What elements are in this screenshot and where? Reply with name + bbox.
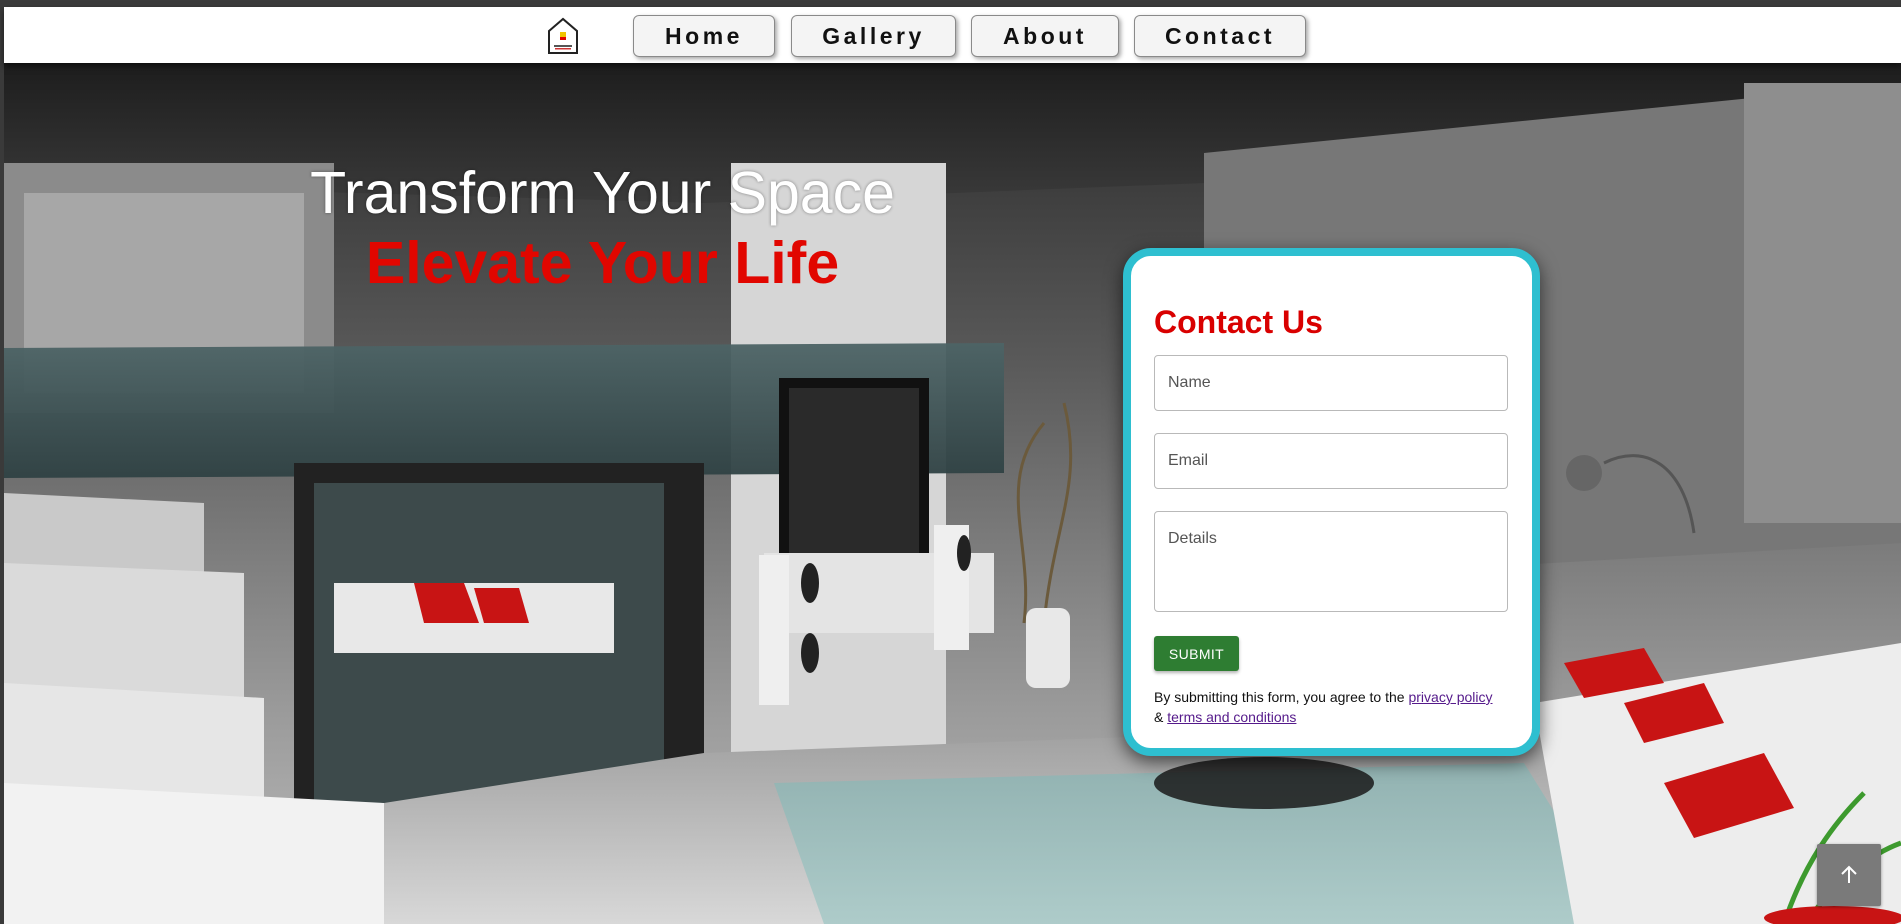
arrow-up-icon bbox=[1841, 865, 1857, 883]
interior-background-image bbox=[4, 63, 1901, 924]
hero-line-2: Elevate Your Life bbox=[365, 230, 840, 296]
scroll-to-top-button[interactable] bbox=[1817, 844, 1881, 906]
email-input[interactable] bbox=[1154, 433, 1508, 489]
hero-section: Transform Your Space Elevate Your Life bbox=[4, 63, 1901, 924]
hero-headline: Transform Your Space Elevate Your Life bbox=[310, 158, 895, 298]
hero-line-1: Transform Your Space bbox=[310, 160, 895, 226]
top-navbar: Home Gallery About Contact bbox=[4, 7, 1901, 63]
nav-contact-button[interactable]: Contact bbox=[1134, 15, 1306, 57]
disclaimer-ampersand: & bbox=[1154, 709, 1164, 725]
house-logo-icon[interactable] bbox=[545, 15, 581, 55]
contact-title: Contact Us bbox=[1154, 304, 1323, 340]
form-disclaimer: By submitting this form, you agree to th… bbox=[1154, 687, 1514, 727]
browser-top-strip bbox=[0, 0, 1901, 7]
name-input[interactable] bbox=[1154, 355, 1508, 411]
nav-about-button[interactable]: About bbox=[971, 15, 1119, 57]
privacy-policy-link[interactable]: privacy policy bbox=[1408, 689, 1492, 705]
details-textarea[interactable] bbox=[1154, 511, 1508, 612]
submit-button[interactable]: SUBMIT bbox=[1154, 636, 1239, 671]
disclaimer-text: By submitting this form, you agree to th… bbox=[1154, 689, 1405, 705]
nav-gallery-button[interactable]: Gallery bbox=[791, 15, 956, 57]
contact-form-card: Contact Us SUBMIT By submitting this for… bbox=[1123, 248, 1540, 756]
nav-home-button[interactable]: Home bbox=[633, 15, 775, 57]
terms-link[interactable]: terms and conditions bbox=[1167, 709, 1296, 725]
